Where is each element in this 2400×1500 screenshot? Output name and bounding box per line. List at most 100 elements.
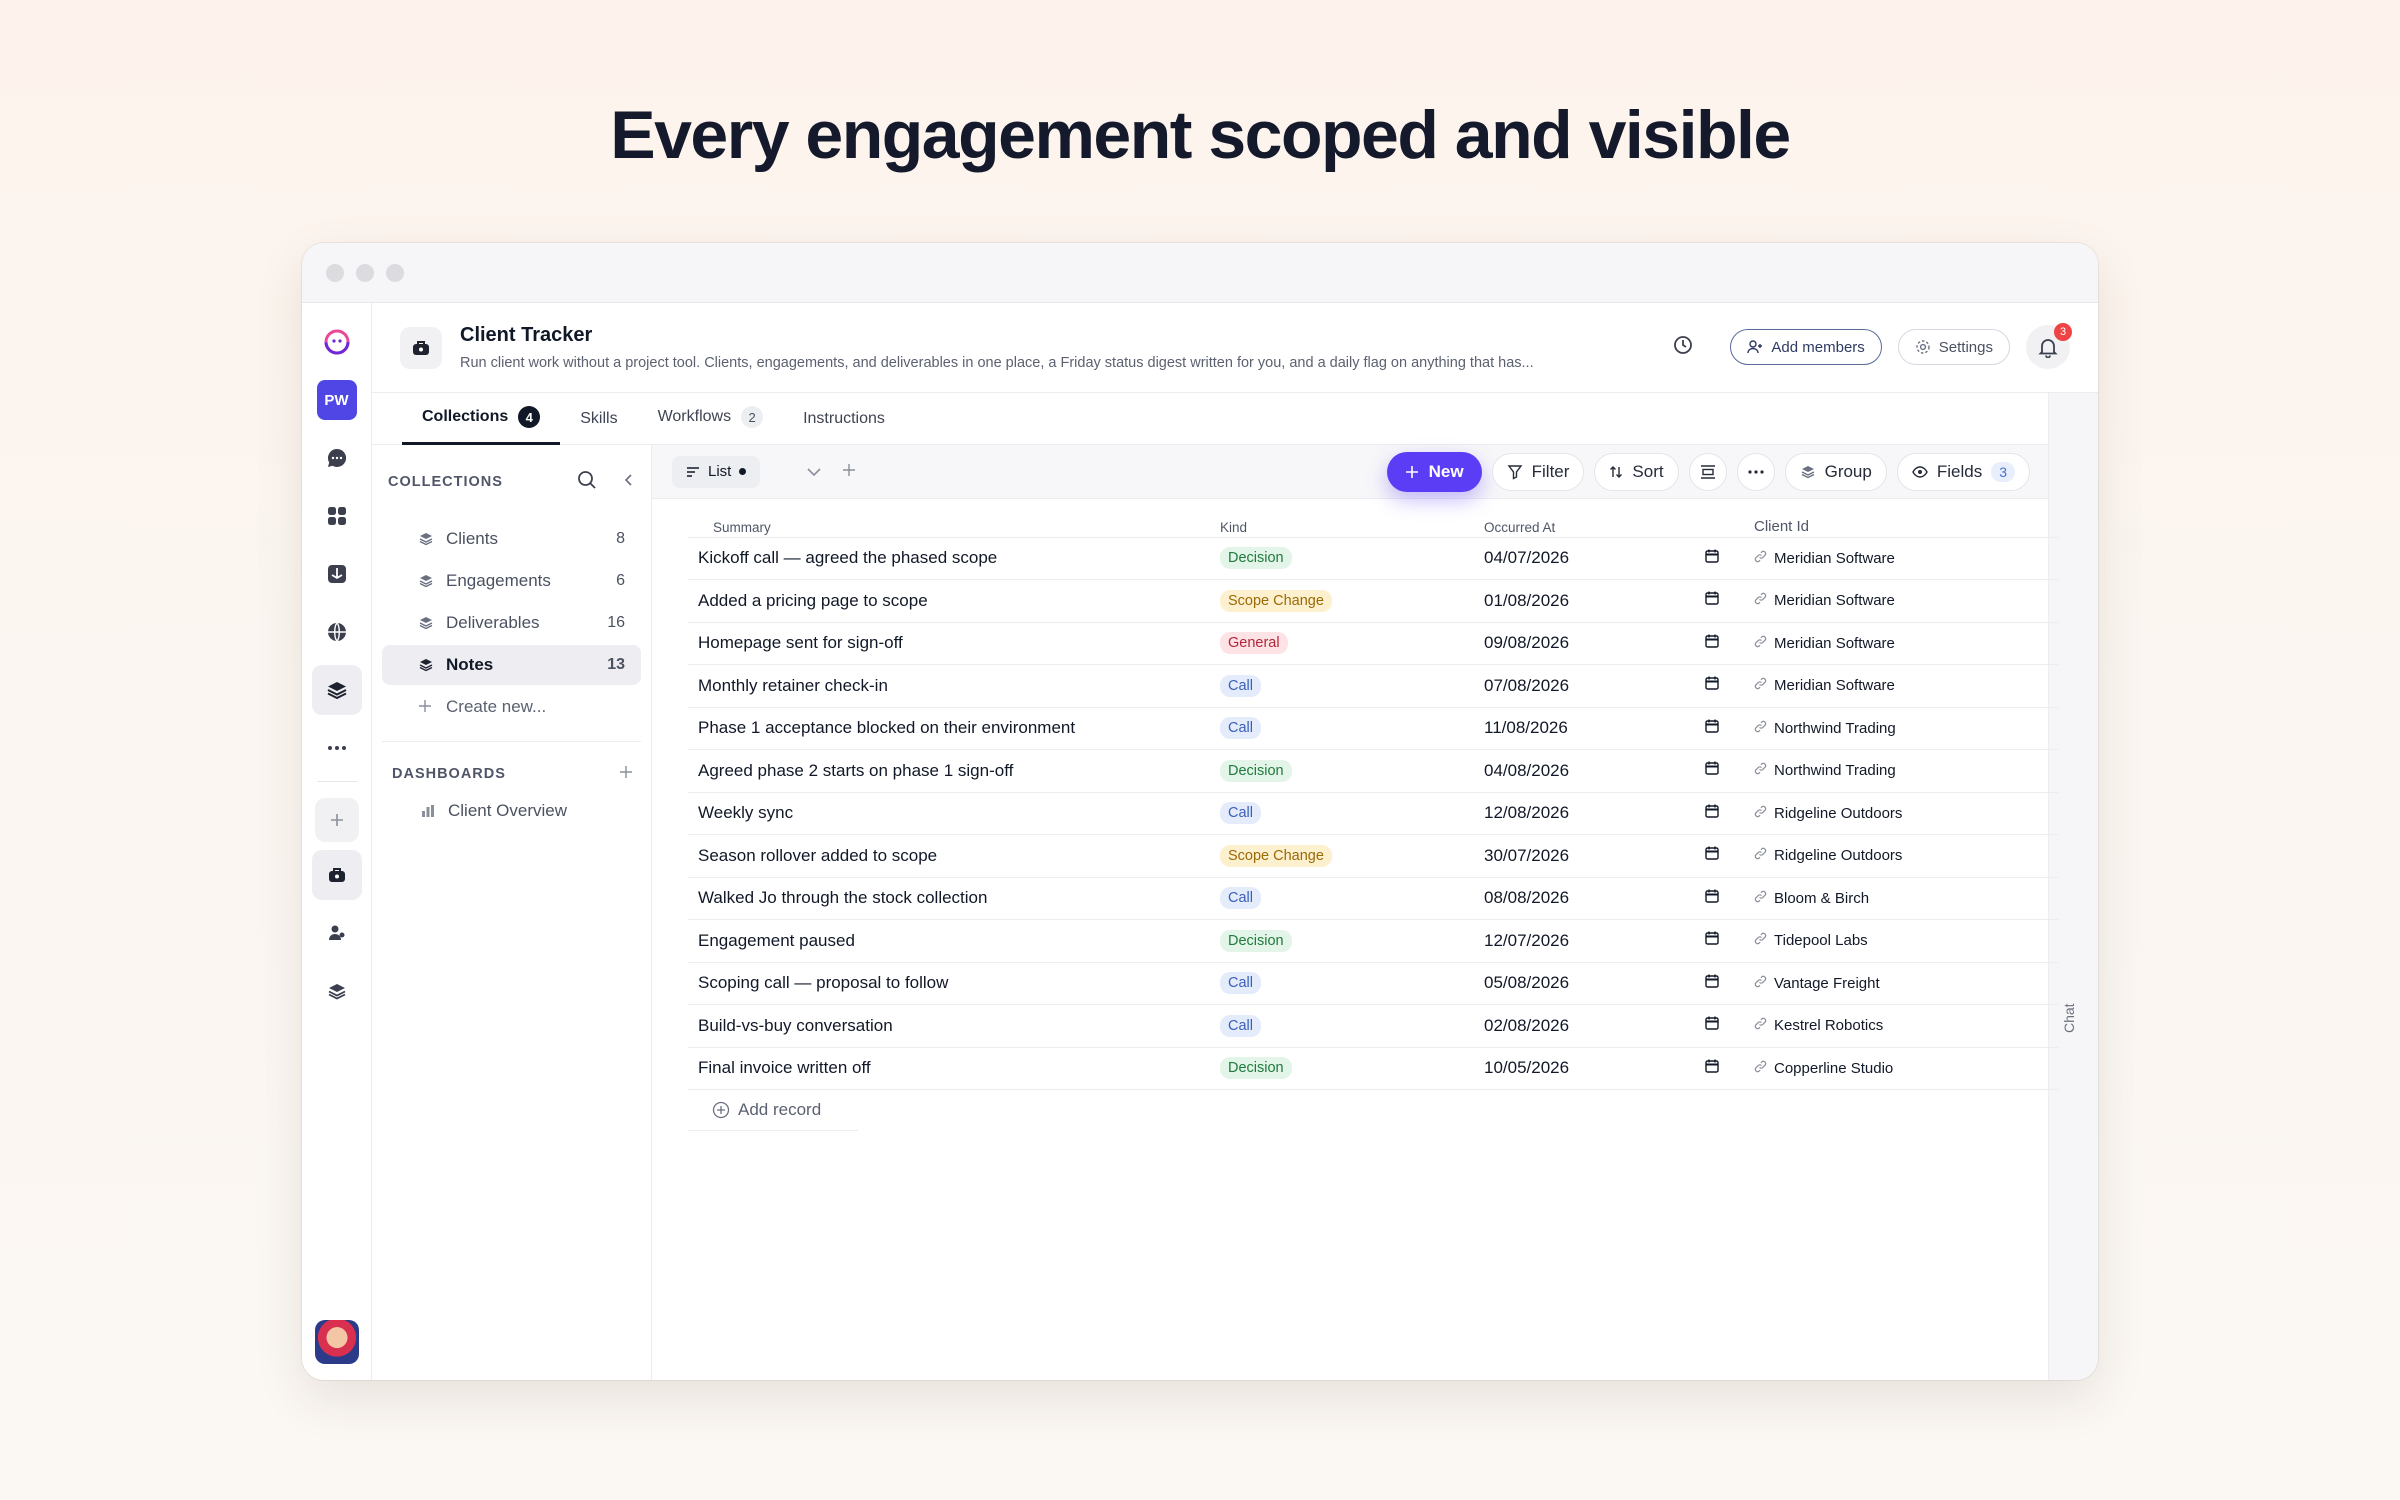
inbox-icon[interactable] [312,549,362,599]
chevron-down-icon[interactable] [806,461,822,482]
table-row[interactable]: Walked Jo through the stock collection Ca… [688,877,2058,920]
briefcase-app-icon[interactable] [311,850,362,900]
cell-summary[interactable]: Build-vs-buy conversation [688,1004,1214,1048]
cell-client-id[interactable]: Meridian Software [1738,664,2058,708]
tab-skills[interactable]: Skills [560,410,637,444]
calendar-icon[interactable] [1704,590,1720,611]
cell-occurred-at[interactable]: 01/08/2026 [1476,579,1738,623]
add-record-button[interactable]: Add record [712,1100,2048,1120]
collapse-chevron-icon[interactable] [623,473,635,492]
cell-client-id[interactable]: Ridgeline Outdoors [1738,792,2058,835]
cell-occurred-at[interactable]: 07/08/2026 [1476,664,1738,708]
cell-kind[interactable]: Decision [1214,1047,1476,1090]
table-row[interactable]: Season rollover added to scope Scope Chan… [688,834,2058,878]
calendar-icon[interactable] [1704,633,1720,654]
calendar-icon[interactable] [1704,760,1720,781]
add-members-button[interactable]: Add members [1730,329,1882,365]
cell-summary[interactable]: Scoping call — proposal to follow [688,962,1214,1005]
collection-item-notes[interactable]: Notes 13 [382,645,641,685]
cell-kind[interactable]: Decision [1214,537,1476,580]
cell-summary[interactable]: Agreed phase 2 starts on phase 1 sign-of… [688,749,1214,793]
apps-grid-icon[interactable] [312,491,362,541]
filter-button[interactable]: Filter [1491,452,1585,491]
calendar-icon[interactable] [1704,718,1720,739]
cell-kind[interactable]: Decision [1214,749,1476,793]
calendar-icon[interactable] [1704,888,1720,909]
cell-summary[interactable]: Added a pricing page to scope [688,579,1214,623]
new-record-button[interactable]: New [1386,451,1482,492]
cell-kind[interactable]: Call [1214,664,1476,708]
cell-kind[interactable]: Call [1214,792,1476,835]
group-button[interactable]: Group [1784,452,1887,491]
sort-button[interactable]: Sort [1594,452,1679,491]
calendar-icon[interactable] [1704,548,1720,569]
cell-client-id[interactable]: Meridian Software [1738,579,2058,623]
table-row[interactable]: Final invoice written off Decision 10/05/2… [688,1047,2058,1090]
calendar-icon[interactable] [1704,675,1720,696]
cell-client-id[interactable]: Bloom & Birch [1738,877,2058,920]
cell-client-id[interactable]: Meridian Software [1738,537,2058,580]
cell-kind[interactable]: Call [1214,877,1476,920]
dashboard-item-client-overview[interactable]: Client Overview [372,792,651,830]
history-icon[interactable] [1672,334,1694,361]
cell-occurred-at[interactable]: 08/08/2026 [1476,877,1738,920]
add-app-icon[interactable] [314,798,359,842]
table-row[interactable]: Build-vs-buy conversation Call 02/08/2026 K… [688,1004,2058,1048]
cell-occurred-at[interactable]: 05/08/2026 [1476,962,1738,1005]
cell-client-id[interactable]: Kestrel Robotics [1738,1004,2058,1048]
table-row[interactable]: Phase 1 acceptance blocked on their envi… [688,707,2058,750]
table-row[interactable]: Agreed phase 2 starts on phase 1 sign-of… [688,749,2058,793]
collections-stack-icon[interactable] [311,665,362,715]
people-app-icon[interactable] [312,908,362,958]
table-row[interactable]: Added a pricing page to scope Scope Chang… [688,579,2058,623]
cell-occurred-at[interactable]: 11/08/2026 [1476,707,1738,750]
view-selector[interactable]: List [672,455,761,488]
cell-client-id[interactable]: Northwind Trading [1738,749,2058,793]
tab-instructions[interactable]: Instructions [783,410,905,444]
notifications-button[interactable]: 3 [2026,323,2072,369]
add-dashboard-icon[interactable] [619,765,633,784]
cell-client-id[interactable]: Tidepool Labs [1738,919,2058,963]
cell-summary[interactable]: Weekly sync [688,792,1214,835]
cell-kind[interactable]: General [1214,622,1476,665]
workspace-switcher[interactable]: PW [312,375,362,425]
cell-summary[interactable]: Engagement paused [688,919,1214,963]
fields-button[interactable]: Fields 3 [1896,452,2030,491]
tab-workflows[interactable]: Workflows 2 [638,406,784,444]
globe-icon[interactable] [312,607,362,657]
cell-occurred-at[interactable]: 04/07/2026 [1476,537,1738,580]
collection-item-deliverables[interactable]: Deliverables 16 [382,603,641,643]
tab-collections[interactable]: Collections 4 [402,406,561,445]
table-row[interactable]: Engagement paused Decision 12/07/2026 Tidep… [688,919,2058,963]
cell-occurred-at[interactable]: 12/08/2026 [1476,792,1738,835]
table-row[interactable]: Kickoff call — agreed the phased scope De… [688,537,2058,580]
window-close-dot[interactable] [326,263,344,282]
chat-bubble-icon[interactable] [312,433,362,483]
cell-kind[interactable]: Call [1214,962,1476,1005]
cell-summary[interactable]: Monthly retainer check-in [688,664,1214,708]
cell-summary[interactable]: Season rollover added to scope [688,834,1214,878]
cell-summary[interactable]: Phase 1 acceptance blocked on their envi… [688,707,1214,750]
cell-client-id[interactable]: Vantage Freight [1738,962,2058,1005]
row-height-icon[interactable] [1688,452,1727,491]
calendar-icon[interactable] [1704,930,1720,951]
cell-client-id[interactable]: Copperline Studio [1738,1047,2058,1090]
collection-item-clients[interactable]: Clients 8 [382,519,641,559]
column-header-occurred-at[interactable]: Occurred At [1476,499,1738,538]
table-row[interactable]: Homepage sent for sign-off General 09/08/2… [688,622,2058,665]
cell-occurred-at[interactable]: 02/08/2026 [1476,1004,1738,1048]
calendar-icon[interactable] [1704,1015,1720,1036]
create-collection-button[interactable]: Create new... [382,687,641,727]
cell-summary[interactable]: Walked Jo through the stock collection [688,877,1214,920]
search-icon[interactable] [577,470,597,495]
more-options-icon[interactable] [1736,452,1775,491]
cell-client-id[interactable]: Northwind Trading [1738,707,2058,750]
collection-item-engagements[interactable]: Engagements 6 [382,561,641,601]
cell-occurred-at[interactable]: 10/05/2026 [1476,1047,1738,1090]
cell-kind[interactable]: Call [1214,1004,1476,1048]
cell-kind[interactable]: Decision [1214,919,1476,963]
table-row[interactable]: Weekly sync Call 12/08/2026 Ridgeline Outdo… [688,792,2058,835]
cell-occurred-at[interactable]: 04/08/2026 [1476,749,1738,793]
calendar-icon[interactable] [1704,973,1720,994]
user-avatar[interactable] [314,1320,359,1364]
